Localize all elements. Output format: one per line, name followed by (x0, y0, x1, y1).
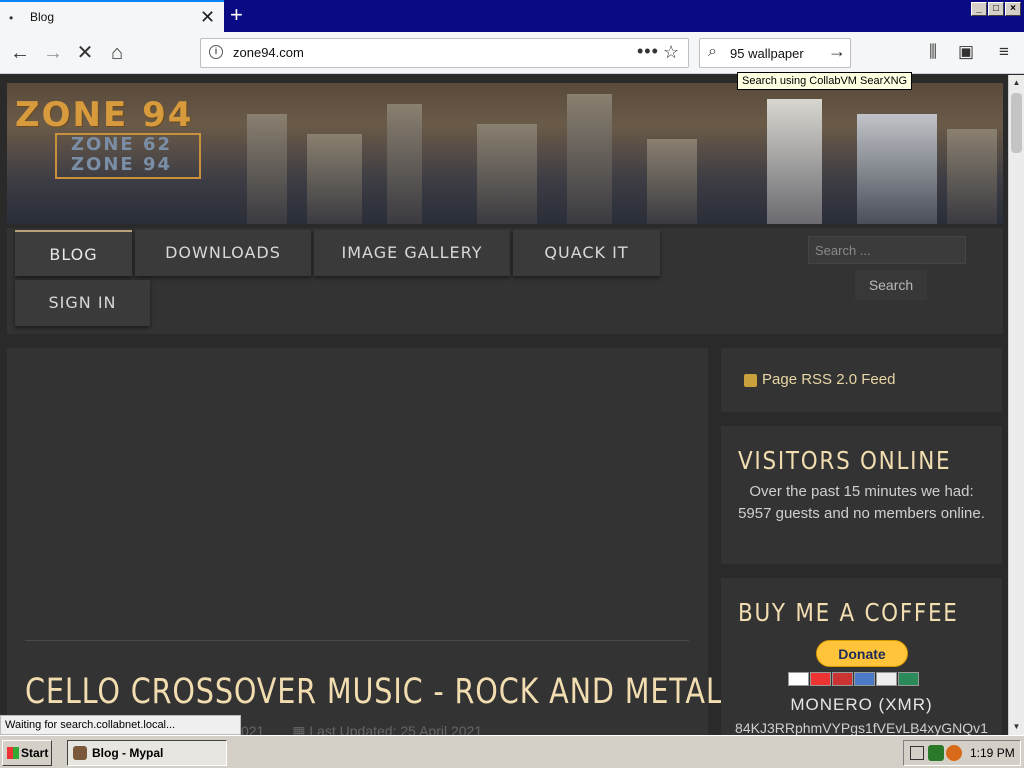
tab-blog[interactable]: • Blog ✕ (0, 0, 224, 32)
scroll-down-arrow-icon[interactable]: ▼ (1009, 719, 1024, 735)
stop-loading-icon[interactable]: ✕ (72, 40, 98, 66)
site-info-icon[interactable]: i (209, 45, 223, 59)
clock[interactable]: 1:19 PM (970, 746, 1015, 760)
search-go-arrow-icon[interactable]: → (828, 41, 846, 62)
browser-status-text: Waiting for search.collabnet.local... (0, 715, 241, 735)
menu-item-sign-in[interactable]: SIGN IN (15, 280, 150, 326)
library-icon[interactable]: ⫼ (921, 40, 945, 64)
home-icon[interactable]: ⌂ (104, 40, 130, 66)
site-logo[interactable]: ZONE 94 ZONE 62 ZONE 94 (15, 95, 201, 179)
menu-item-blog[interactable]: BLOG (15, 230, 132, 276)
rss-icon (744, 374, 757, 387)
banner-building (247, 114, 287, 224)
site-search-input[interactable]: Search ... (808, 236, 966, 264)
back-arrow-icon[interactable]: ← (7, 40, 33, 66)
banner-building (857, 114, 937, 224)
url-text: zone94.com (233, 45, 304, 60)
rss-link[interactable]: Page RSS 2.0 Feed (762, 371, 895, 388)
browser-search-value: 95 wallpaper (730, 46, 804, 61)
maestro-card-icon (832, 672, 853, 686)
taskbar-item-label: Blog - Mypal (92, 746, 164, 760)
forward-arrow-icon[interactable]: → (40, 40, 66, 66)
scroll-up-arrow-icon[interactable]: ▲ (1009, 75, 1024, 91)
tab-close-icon[interactable]: ✕ (200, 8, 215, 26)
main-content: CELLO CROSSOVER MUSIC - ROCK AND METAL d… (7, 348, 722, 735)
unionpay-card-icon (898, 672, 919, 686)
mastercard-icon (810, 672, 831, 686)
keyboard-tray-icon[interactable] (910, 746, 924, 760)
web-page: ZONE 94 ZONE 62 ZONE 94 BLOG DOWNLOADS I… (0, 75, 1008, 735)
search-icon: ⌕ (708, 43, 717, 60)
banner-building (307, 134, 362, 224)
navigation-toolbar: ← → ✕ ⌂ i zone94.com ••• ☆ ⌕ 95 wallpape… (0, 32, 1024, 74)
tab-bar: • Blog ✕ + _ □ × (0, 0, 1024, 32)
donate-button[interactable]: Donate (816, 640, 908, 667)
browser-search-box[interactable]: ⌕ 95 wallpaper → (699, 38, 851, 68)
minimize-window-button[interactable]: _ (971, 2, 987, 16)
banner-building (477, 124, 537, 224)
logo-main-text: ZONE 94 (15, 95, 194, 135)
taskbar: Start Blog - Mypal 1:19 PM (0, 735, 1024, 768)
search-tooltip: Search using CollabVM SearXNG (737, 72, 913, 90)
discover-card-icon (876, 672, 897, 686)
scrollbar-thumb[interactable] (1011, 93, 1022, 153)
buy-me-coffee-box: BUY ME A COFFEE Donate MONERO (XMR) 84KJ… (721, 578, 1002, 735)
close-window-button[interactable]: × (1005, 2, 1021, 16)
bookmark-star-icon[interactable]: ☆ (663, 42, 679, 63)
rss-box: Page RSS 2.0 Feed (721, 348, 1002, 412)
tab-favicon-icon: • (9, 11, 14, 25)
menu-item-image-gallery[interactable]: IMAGE GALLERY (314, 230, 510, 276)
menu-item-downloads[interactable]: DOWNLOADS (135, 230, 311, 276)
mypal-icon (73, 746, 87, 760)
banner-building (947, 129, 997, 224)
windows-logo-icon (7, 747, 19, 759)
article-title[interactable]: CELLO CROSSOVER MUSIC - ROCK AND METAL (25, 672, 723, 712)
payment-cards (788, 672, 936, 688)
visitors-text: Over the past 15 minutes we had: 5957 gu… (738, 483, 985, 522)
site-search-button[interactable]: Search (855, 270, 927, 300)
content-divider (25, 640, 689, 641)
address-bar[interactable]: i zone94.com ••• ☆ (200, 38, 689, 68)
menu-item-quack-it[interactable]: QUACK IT (513, 230, 660, 276)
taskbar-item-browser[interactable]: Blog - Mypal (67, 740, 227, 766)
start-button[interactable]: Start (2, 740, 52, 766)
coffee-title: BUY ME A COFFEE (738, 598, 959, 627)
banner-building (387, 104, 422, 224)
logo-frame (55, 133, 201, 179)
site-navigation: BLOG DOWNLOADS IMAGE GALLERY QUACK IT SI… (7, 228, 1003, 334)
system-tray: 1:19 PM (903, 740, 1021, 766)
start-label: Start (21, 746, 49, 760)
maximize-window-button[interactable]: □ (988, 2, 1004, 16)
app-tray-icon[interactable] (946, 745, 962, 761)
amex-card-icon (854, 672, 875, 686)
monero-label: MONERO (XMR) (790, 695, 933, 714)
monero-address: 84KJ3RRphmVYPgs1fVEvLB4xyGNQv1 (735, 720, 988, 735)
updated-date: Last Updated: 25 April 2021 (309, 723, 483, 735)
visitors-title: VISITORS ONLINE (738, 446, 952, 475)
sidebar-toggle-icon[interactable]: ▣ (954, 40, 978, 64)
banner-building (567, 94, 612, 224)
menu-hamburger-icon[interactable]: ≡ (992, 40, 1016, 64)
tab-title: Blog (30, 10, 55, 24)
calendar-icon: ▦ (292, 723, 306, 735)
visitors-online-box: VISITORS ONLINE Over the past 15 minutes… (721, 426, 1002, 564)
banner-building (647, 139, 697, 224)
new-tab-icon[interactable]: + (230, 3, 243, 27)
visa-card-icon (788, 672, 809, 686)
network-tray-icon[interactable] (928, 745, 944, 761)
banner-building (767, 99, 822, 224)
page-scrollbar[interactable]: ▲ ▼ (1008, 75, 1024, 735)
header-banner: ZONE 94 ZONE 62 ZONE 94 (7, 83, 1003, 224)
page-actions-icon[interactable]: ••• (637, 41, 659, 62)
